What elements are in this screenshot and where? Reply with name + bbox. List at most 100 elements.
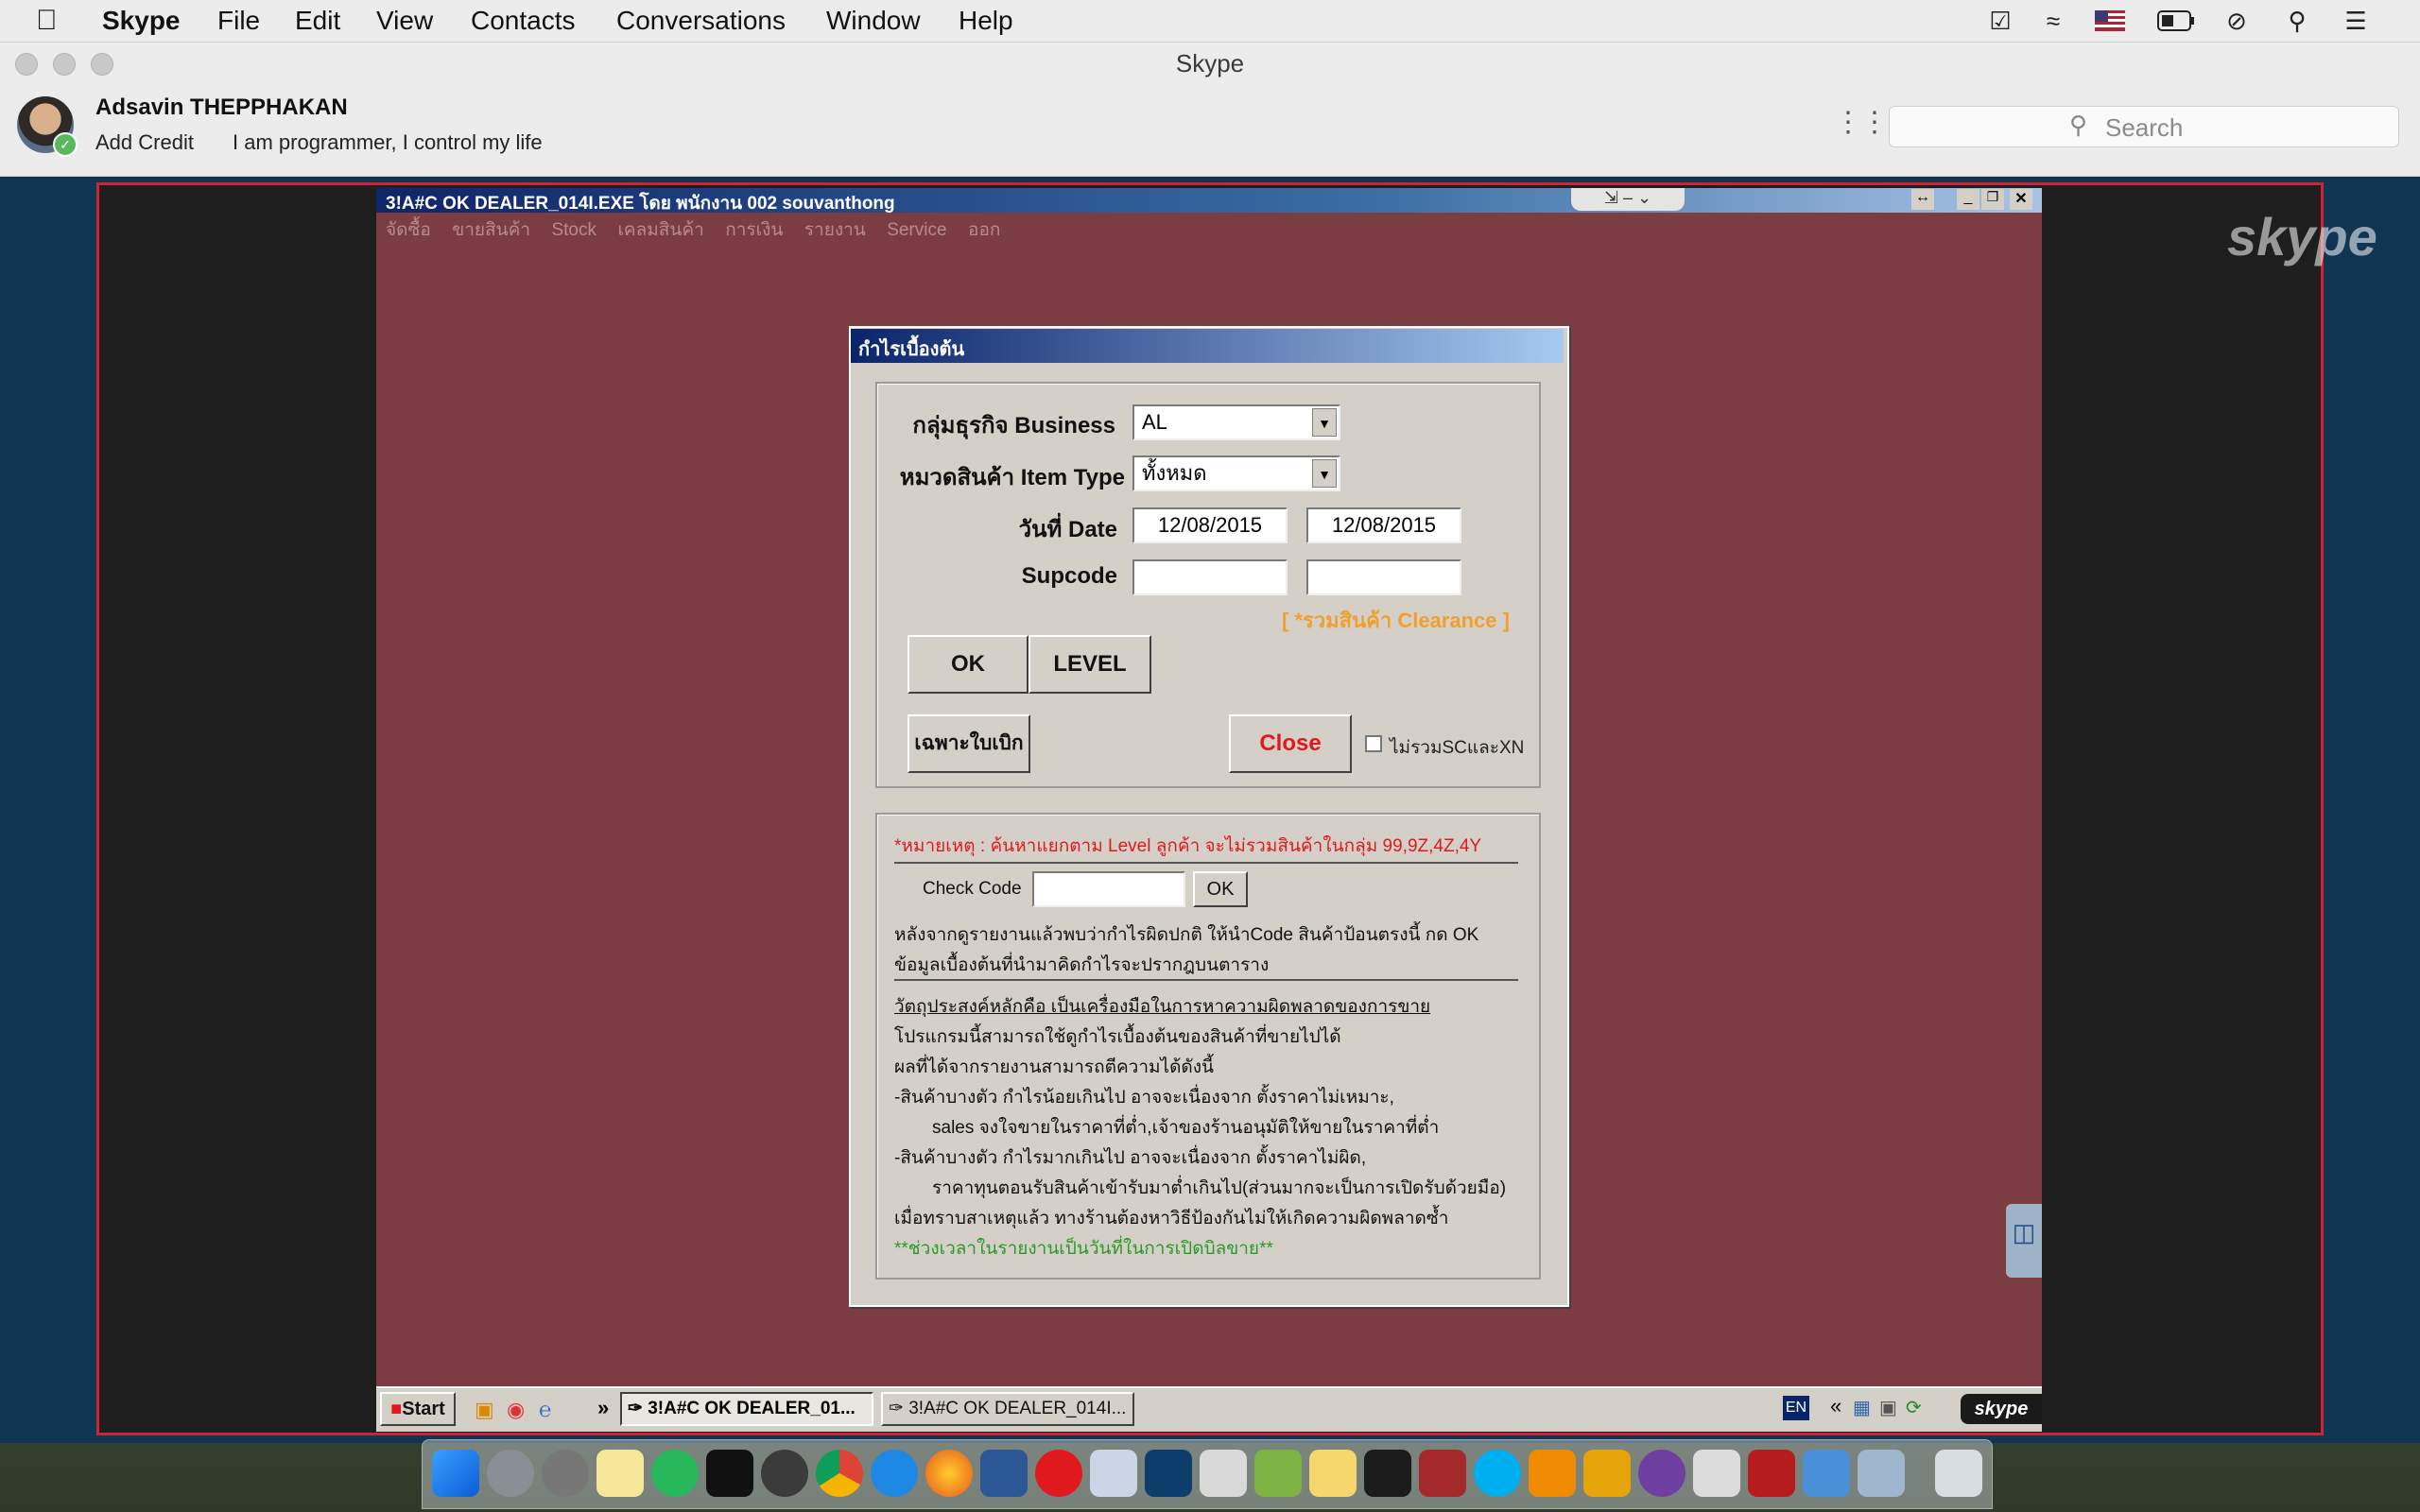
quicklaunch-ie-icon[interactable]: ℮ [539,1398,551,1422]
android-studio-icon[interactable] [1254,1450,1302,1497]
minimize-icon[interactable]: _ [1957,189,1979,210]
date-from-input[interactable]: 12/08/2015 [1132,507,1288,543]
dnd-icon[interactable]: ⊘ [2221,6,2252,36]
app-icon[interactable] [1583,1450,1631,1497]
opera-icon[interactable] [1035,1450,1082,1497]
menu-finance[interactable]: การเงิน [725,214,783,248]
quicklaunch-folder-icon[interactable]: ▣ [475,1398,494,1422]
purpose-line-7: เมื่อทราบสาเหตุแล้ว ทางร้านต้องหาวิธีป้อ… [894,1209,1449,1228]
safari-icon[interactable] [871,1450,918,1497]
mac-menu-bar:  Skype File Edit View Contacts Conversa… [0,0,2420,43]
dictionary-icon[interactable] [1419,1450,1466,1497]
filezilla-icon[interactable] [1748,1450,1795,1497]
notification-center-icon[interactable]: ☰ [2341,6,2371,36]
stickies-icon[interactable] [1309,1450,1357,1497]
language-indicator[interactable]: EN [1783,1396,1809,1420]
supcode-from-input[interactable] [1132,559,1288,595]
exclude-sc-xn-checkbox[interactable] [1365,735,1382,752]
launchpad-icon[interactable] [487,1450,534,1497]
menu-report[interactable]: รายงาน [804,214,866,248]
disk-utility-icon[interactable] [1200,1450,1247,1497]
finder-icon[interactable] [432,1450,479,1497]
system-preferences-icon[interactable] [542,1450,589,1497]
profile-name[interactable]: Adsavin THEPPHAKAN [95,94,348,121]
virtualbox-icon[interactable] [1090,1450,1137,1497]
level-button[interactable]: LEVEL [1028,635,1151,694]
trash-icon[interactable] [1935,1450,1982,1497]
dialog-titlebar: กำไรเบื้องต้น [851,329,1564,363]
business-label: กลุ่มธุรกิจ Business [912,413,1115,438]
menu-service[interactable]: Service [887,214,946,248]
check-code-input[interactable] [1032,871,1185,907]
date-label: วันที่ Date [1018,517,1117,542]
notes-icon[interactable] [596,1450,644,1497]
menu-claim[interactable]: เคลมสินค้า [617,214,703,248]
tray-app-icon[interactable]: ▣ [1879,1396,1897,1419]
tray-expand-icon[interactable]: « [1830,1394,1841,1418]
taskbar-item[interactable]: ✑ 3!A#C OK DEALER_014I... [881,1392,1134,1426]
ok-button[interactable]: OK [908,635,1028,694]
menu-view[interactable]: View [376,0,433,42]
open-only-button[interactable]: เฉพาะใบเบิก [908,714,1030,773]
close-button[interactable]: Close [1229,714,1352,773]
battery-icon[interactable] [2157,6,2195,36]
date-to-input[interactable]: 12/08/2015 [1306,507,1461,543]
divider [894,979,1518,981]
menu-stock[interactable]: Stock [551,214,596,248]
menu-contacts[interactable]: Contacts [471,0,576,42]
tray-sync-icon[interactable]: ⟳ [1906,1396,1922,1419]
chevron-down-icon[interactable]: ▼ [1312,459,1337,488]
remote-app-titlebar: 3!A#C OK DEALER_014I.EXE โดย พนักงาน 002… [376,188,2042,214]
github-icon[interactable] [1638,1450,1685,1497]
skype-window-titlebar: Skype [0,43,2420,85]
xcode-icon[interactable] [1803,1450,1850,1497]
close-icon[interactable]: ✕ [2010,189,2032,210]
mac-dock [422,1439,1993,1509]
atom-icon[interactable] [651,1450,699,1497]
firefox-icon[interactable] [925,1450,973,1497]
menu-conversations[interactable]: Conversations [616,0,786,42]
wifi-icon[interactable]: ≈ [2038,6,2068,36]
task-check-icon[interactable]: ☑ [1985,6,2015,36]
menu-sales[interactable]: ขายสินค้า [452,214,530,248]
sequel-pro-icon[interactable] [761,1450,808,1497]
itemtype-combo[interactable]: ทั้งหมด ▼ [1132,455,1340,491]
wireless-diagnostics-icon[interactable] [1693,1450,1740,1497]
skype-call-badge[interactable]: skype [1961,1394,2042,1424]
flag-us-icon[interactable] [2095,6,2125,36]
menu-exit[interactable]: ออก [968,214,1000,248]
purpose-line-1: โปรแกรมนี้สามารถใช้ดูกำไรเบื้องต้นของสิน… [894,1027,1341,1047]
taskbar-overflow-icon[interactable]: » [597,1396,609,1420]
remote-desktop-icon[interactable] [980,1450,1028,1497]
business-combo[interactable]: AL ▼ [1132,404,1340,440]
menu-file[interactable]: File [217,0,260,42]
chevron-down-icon[interactable]: ▼ [1312,408,1337,437]
tray-network-icon[interactable]: ▦ [1853,1396,1871,1419]
supcode-to-input[interactable] [1306,559,1461,595]
apple-menu-icon[interactable]:  [36,0,58,42]
mood-message[interactable]: I am programmer, I control my life [233,130,543,155]
chrome-icon[interactable] [816,1450,863,1497]
app-menu-skype[interactable]: Skype [102,0,181,42]
quicklaunch-chrome-icon[interactable]: ◉ [507,1398,525,1422]
skype-icon[interactable] [1474,1450,1521,1497]
menu-purchase[interactable]: จัดซื้อ [386,214,431,248]
spotlight-search-icon[interactable]: ⚲ [2282,6,2312,36]
search-field[interactable]: ⚲ Search [1889,106,2399,147]
preview-icon[interactable] [1858,1450,1905,1497]
remote-control-toolbar[interactable]: ⇲ – ⌄ [1571,188,1685,211]
add-credit-link[interactable]: Add Credit [95,130,194,155]
menu-window[interactable]: Window [826,0,921,42]
terminal-icon[interactable] [706,1450,753,1497]
teamviewer-icon[interactable] [1145,1450,1192,1497]
remote-side-widget-icon[interactable]: ◫ [2006,1204,2042,1278]
menu-help[interactable]: Help [959,0,1013,42]
maximize-icon[interactable]: ❐ [1981,189,2004,210]
check-ok-button[interactable]: OK [1193,871,1248,907]
menu-edit[interactable]: Edit [295,0,340,42]
taskbar-item-active[interactable]: ✑ 3!A#C OK DEALER_01... [620,1392,873,1426]
restore-arrows-icon[interactable]: ↔ [1911,189,1934,210]
activity-monitor-icon[interactable] [1364,1450,1411,1497]
vlc-icon[interactable] [1529,1450,1576,1497]
start-button[interactable]: ■Start [380,1392,456,1426]
